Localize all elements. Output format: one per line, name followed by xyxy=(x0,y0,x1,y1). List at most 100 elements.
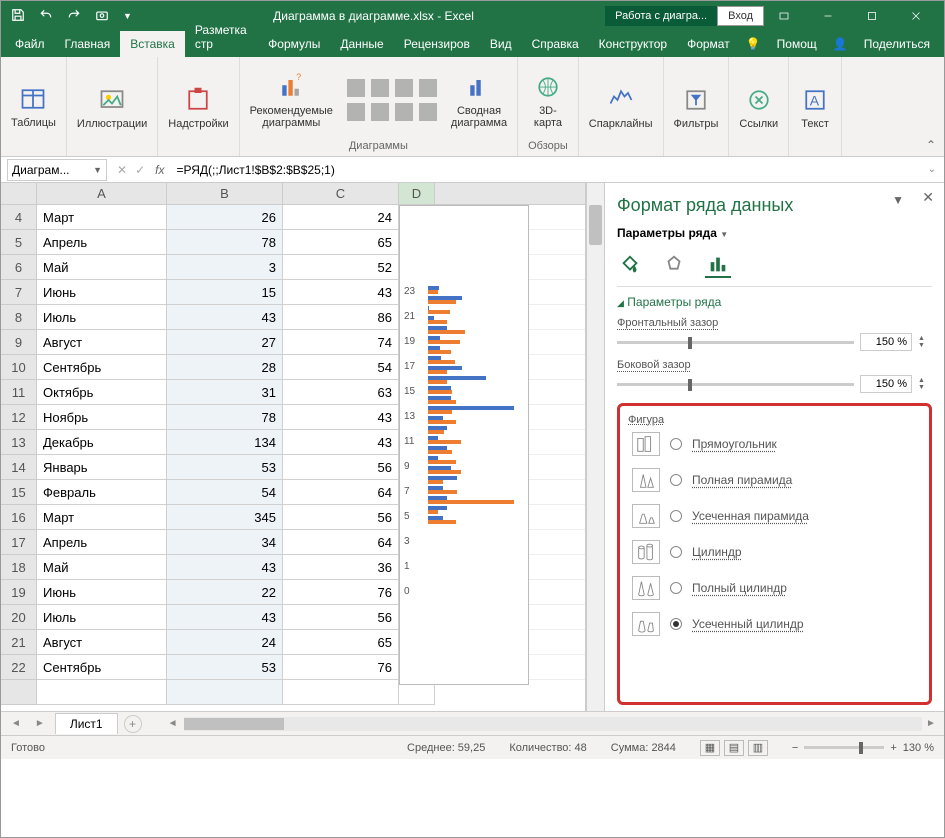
cell[interactable]: 24 xyxy=(167,630,283,655)
cell[interactable]: 76 xyxy=(283,580,399,605)
links-button[interactable]: Ссылки xyxy=(739,84,778,130)
zoom-slider[interactable] xyxy=(804,746,884,749)
tab-help[interactable]: Справка xyxy=(522,31,589,57)
cell[interactable]: 54 xyxy=(167,480,283,505)
shape-option-full-cone[interactable]: Полный цилиндр xyxy=(628,570,921,606)
zoom-out-button[interactable]: − xyxy=(792,742,798,754)
ribbon-collapse-icon[interactable]: ⌃ xyxy=(926,138,936,152)
cell[interactable]: Сентябрь xyxy=(37,355,167,380)
row-header[interactable]: 6 xyxy=(1,255,37,280)
front-gap-value[interactable]: 150 % xyxy=(860,333,912,351)
col-header-b[interactable]: B xyxy=(167,183,283,205)
tab-review[interactable]: Рецензиров xyxy=(394,31,480,57)
cell[interactable]: 53 xyxy=(167,655,283,680)
cell[interactable]: 134 xyxy=(167,430,283,455)
close-button[interactable] xyxy=(896,1,936,31)
shape-option-cylinder[interactable]: Цилиндр xyxy=(628,534,921,570)
tab-data[interactable]: Данные xyxy=(330,31,393,57)
row-header[interactable]: 17 xyxy=(1,530,37,555)
cell[interactable]: Апрель xyxy=(37,230,167,255)
map-chart-icon[interactable] xyxy=(395,103,413,121)
cell[interactable]: Март xyxy=(37,205,167,230)
fill-line-icon[interactable] xyxy=(617,252,643,278)
row-header[interactable]: 10 xyxy=(1,355,37,380)
select-all-cell[interactable] xyxy=(1,183,37,205)
login-button[interactable]: Вход xyxy=(717,6,764,26)
shape-radio[interactable] xyxy=(670,438,682,450)
cell[interactable]: 64 xyxy=(283,480,399,505)
cell[interactable]: 34 xyxy=(167,530,283,555)
row-header[interactable]: 16 xyxy=(1,505,37,530)
close-pane-icon[interactable]: ✕ xyxy=(922,189,934,206)
tab-nav-prev[interactable]: ◄ xyxy=(7,718,25,729)
cell[interactable]: 3 xyxy=(167,255,283,280)
cell[interactable]: 78 xyxy=(167,230,283,255)
shape-radio[interactable] xyxy=(670,618,682,630)
tab-view[interactable]: Вид xyxy=(480,31,522,57)
cell[interactable]: Март xyxy=(37,505,167,530)
cell[interactable]: 56 xyxy=(283,505,399,530)
cell[interactable]: 26 xyxy=(167,205,283,230)
row-header[interactable]: 7 xyxy=(1,280,37,305)
camera-icon[interactable] xyxy=(95,8,109,25)
cell[interactable]: 74 xyxy=(283,330,399,355)
col-header-a[interactable]: A xyxy=(37,183,167,205)
cell[interactable]: 31 xyxy=(167,380,283,405)
row-header[interactable]: 21 xyxy=(1,630,37,655)
shape-option-box[interactable]: Прямоугольник xyxy=(628,426,921,462)
tab-tellme[interactable]: Помощ xyxy=(767,31,827,57)
add-sheet-button[interactable]: + xyxy=(124,715,142,733)
cell[interactable]: 43 xyxy=(167,305,283,330)
cell[interactable]: Май xyxy=(37,255,167,280)
sheet-tab-1[interactable]: Лист1 xyxy=(55,713,118,734)
pivot-chart-button[interactable]: Сводная диаграмма xyxy=(451,71,507,129)
zoom-in-button[interactable]: + xyxy=(890,742,896,754)
shape-option-full-pyramid[interactable]: Полная пирамида xyxy=(628,462,921,498)
shape-radio[interactable] xyxy=(670,546,682,558)
undo-icon[interactable] xyxy=(39,8,53,25)
cell[interactable]: 65 xyxy=(283,230,399,255)
tab-formulas[interactable]: Формулы xyxy=(258,31,330,57)
redo-icon[interactable] xyxy=(67,8,81,25)
area-chart-icon[interactable] xyxy=(347,103,365,121)
save-icon[interactable] xyxy=(11,8,25,25)
cell[interactable]: Октябрь xyxy=(37,380,167,405)
filters-button[interactable]: Фильтры xyxy=(674,84,719,130)
cell[interactable]: Декабрь xyxy=(37,430,167,455)
cancel-formula-icon[interactable]: ✕ xyxy=(113,163,131,177)
row-header[interactable]: 12 xyxy=(1,405,37,430)
cell[interactable]: Февраль xyxy=(37,480,167,505)
formula-expand-icon[interactable]: ⌄ xyxy=(920,164,944,175)
recommended-charts-button[interactable]: ?Рекомендуемые диаграммы xyxy=(250,71,333,129)
row-header[interactable]: 22 xyxy=(1,655,37,680)
cell[interactable]: Август xyxy=(37,630,167,655)
row-header[interactable]: 20 xyxy=(1,605,37,630)
row-header[interactable]: 19 xyxy=(1,580,37,605)
name-box[interactable]: Диаграм...▼ xyxy=(7,159,107,181)
shape-radio[interactable] xyxy=(670,582,682,594)
cell[interactable]: 15 xyxy=(167,280,283,305)
cell[interactable]: 53 xyxy=(167,455,283,480)
cell[interactable]: 22 xyxy=(167,580,283,605)
cell[interactable]: 86 xyxy=(283,305,399,330)
cell[interactable]: Июнь xyxy=(37,280,167,305)
cell[interactable]: Июнь xyxy=(37,580,167,605)
side-gap-slider[interactable] xyxy=(617,383,854,386)
cell[interactable]: 43 xyxy=(283,280,399,305)
cell[interactable]: 78 xyxy=(167,405,283,430)
bar-chart-icon[interactable] xyxy=(347,79,365,97)
cell[interactable]: 345 xyxy=(167,505,283,530)
zoom-level[interactable]: 130 % xyxy=(903,742,934,754)
cell[interactable]: 36 xyxy=(283,555,399,580)
maximize-button[interactable] xyxy=(852,1,892,31)
cell[interactable]: 54 xyxy=(283,355,399,380)
scatter-chart-icon[interactable] xyxy=(371,103,389,121)
cell[interactable]: 76 xyxy=(283,655,399,680)
row-header[interactable]: 4 xyxy=(1,205,37,230)
row-header[interactable]: 15 xyxy=(1,480,37,505)
cell[interactable]: 43 xyxy=(283,405,399,430)
cell[interactable]: Июль xyxy=(37,305,167,330)
tab-format[interactable]: Формат xyxy=(677,31,740,57)
cell[interactable]: Май xyxy=(37,555,167,580)
row-header[interactable]: 11 xyxy=(1,380,37,405)
